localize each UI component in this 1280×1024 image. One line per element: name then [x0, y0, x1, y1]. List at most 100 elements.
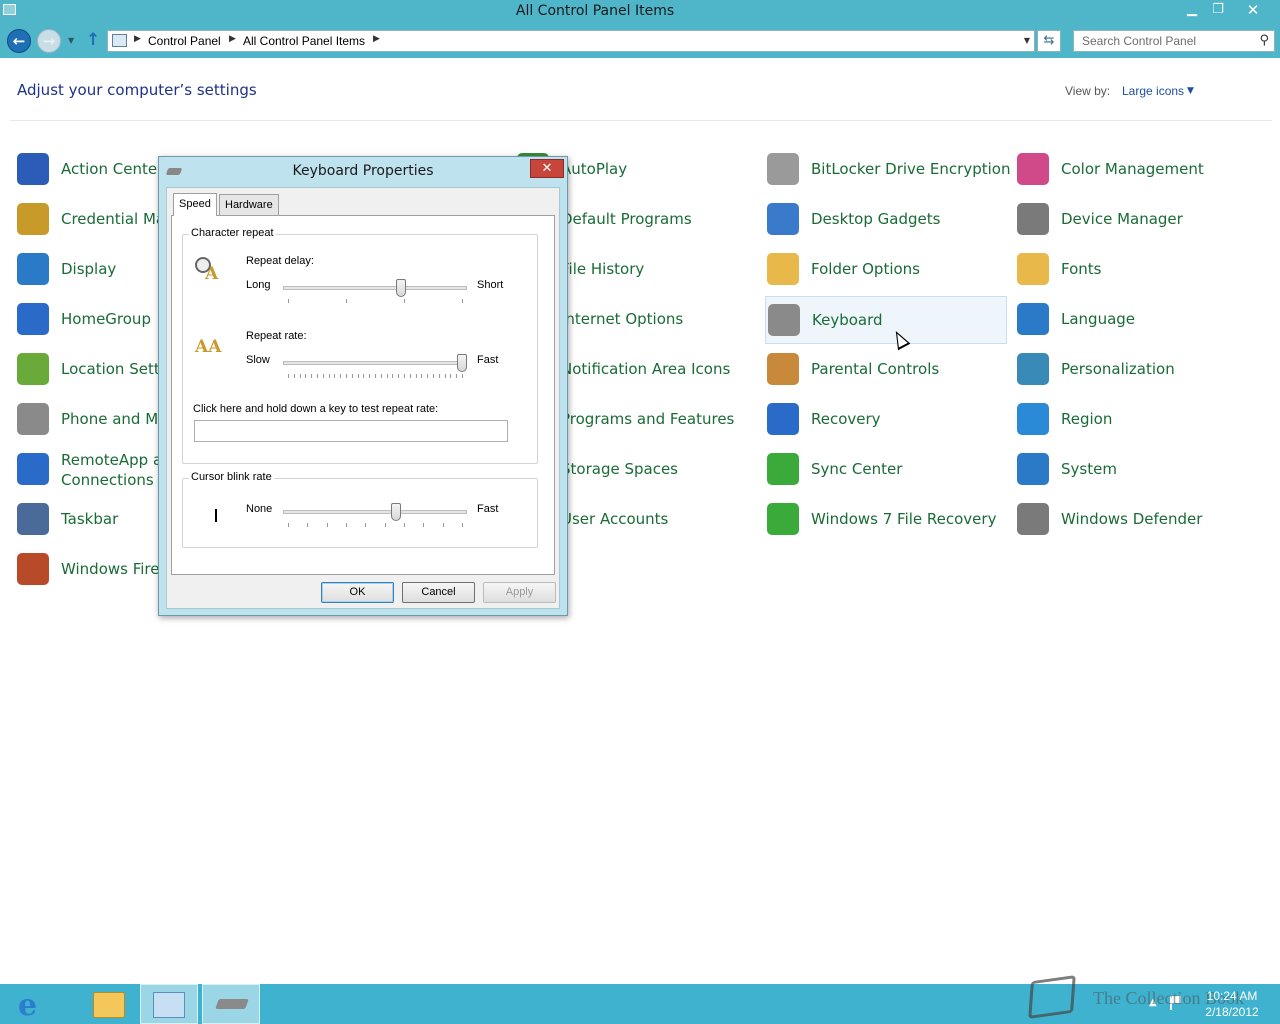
dialog-close-button[interactable]: ✕ — [530, 159, 564, 178]
cursor-blink-slider-thumb[interactable] — [390, 503, 401, 521]
repeat-rate-min-label: Slow — [246, 354, 270, 366]
control-panel-item[interactable]: Windows Defender — [1015, 496, 1257, 544]
taskbar-control-panel[interactable] — [140, 984, 198, 1024]
item-label: Default Programs — [561, 210, 692, 228]
slider-tick — [305, 374, 307, 378]
chevron-right-icon[interactable]: ▶ — [373, 34, 380, 44]
slider-tick — [456, 374, 458, 378]
slider-tick — [386, 374, 388, 378]
region-icon — [1017, 403, 1049, 435]
credential-manager-icon — [17, 203, 49, 235]
item-label: Device Manager — [1061, 210, 1183, 228]
slider-tick — [450, 374, 452, 378]
item-label: Display — [61, 260, 117, 278]
file-explorer-icon[interactable] — [93, 992, 125, 1018]
chevron-down-icon[interactable]: ▼ — [1187, 86, 1194, 96]
chevron-down-icon[interactable]: ▼ — [1024, 36, 1030, 45]
item-label: Personalization — [1061, 360, 1175, 378]
slider-tick — [317, 374, 318, 378]
up-button[interactable]: ↑ — [86, 30, 100, 50]
slider-tick — [444, 374, 446, 378]
back-button[interactable]: ← — [7, 29, 31, 53]
close-button[interactable]: ✕ — [1232, 0, 1274, 20]
control-panel-item[interactable]: Region — [1015, 396, 1257, 444]
cursor-blink-ticks — [288, 523, 463, 528]
recent-pages-dropdown-icon[interactable]: ▼ — [68, 36, 74, 45]
control-panel-item[interactable]: System — [1015, 446, 1257, 494]
repeat-rate-slider-track[interactable] — [283, 361, 467, 365]
search-input[interactable]: Search Control Panel ⚲ — [1073, 30, 1275, 52]
system-clock[interactable]: 10:24 AM 2/18/2012 — [1195, 988, 1269, 1020]
apply-button[interactable]: Apply — [483, 582, 556, 603]
control-panel-item[interactable]: Fonts — [1015, 246, 1257, 294]
ok-button[interactable]: OK — [321, 582, 394, 603]
system-icon — [1017, 453, 1049, 485]
control-panel-item[interactable]: BitLocker Drive Encryption — [765, 146, 1010, 194]
breadcrumb-control-panel[interactable]: Control Panel — [148, 34, 221, 48]
control-panel-item[interactable]: Color Management — [1015, 146, 1257, 194]
repeat-delay-slider-thumb[interactable] — [396, 279, 407, 297]
item-label: Desktop Gadgets — [811, 210, 941, 228]
tab-hardware[interactable]: Hardware — [219, 194, 279, 215]
repeat-delay-icon: A — [195, 257, 221, 284]
windows7-file-recovery-icon — [767, 503, 799, 535]
control-panel-item[interactable]: Device Manager — [1015, 196, 1257, 244]
watermark-book-icon — [1028, 975, 1076, 1019]
control-panel-item[interactable]: Language — [1015, 296, 1257, 344]
slider-tick — [427, 374, 429, 378]
control-panel-item[interactable]: Folder Options — [765, 246, 1007, 294]
item-label: Windows Defender — [1061, 510, 1203, 528]
group-label: Cursor blink rate — [189, 471, 274, 483]
dialog-body: Speed Hardware Character repeat A Repeat… — [166, 187, 560, 609]
forward-button[interactable]: → — [37, 29, 61, 53]
cancel-button[interactable]: Cancel — [402, 582, 475, 603]
item-label: User Accounts — [561, 510, 669, 528]
repeat-delay-slider-track[interactable] — [283, 286, 467, 290]
repeat-delay-max-label: Short — [477, 279, 504, 291]
item-label: Language — [1061, 310, 1136, 328]
address-bar[interactable]: ▶ Control Panel ▶ All Control Panel Item… — [107, 30, 1035, 52]
item-label: Parental Controls — [811, 360, 940, 378]
tab-speed[interactable]: Speed — [173, 193, 217, 216]
slider-tick — [328, 374, 330, 378]
speed-tab-panel: Character repeat A Repeat delay: Long Sh… — [171, 215, 555, 575]
search-icon[interactable]: ⚲ — [1259, 33, 1269, 48]
chevron-right-icon[interactable]: ▶ — [229, 34, 236, 44]
control-panel-icon — [153, 992, 185, 1018]
slider-tick — [415, 374, 417, 378]
control-panel-item[interactable]: Sync Center — [765, 446, 1007, 494]
breadcrumb-all-items[interactable]: All Control Panel Items — [243, 34, 365, 48]
control-panel-item[interactable]: Parental Controls — [765, 346, 1007, 394]
maximize-button[interactable]: ❐ — [1206, 0, 1230, 20]
slider-tick — [288, 523, 289, 527]
slider-tick — [380, 374, 382, 378]
refresh-button[interactable]: ⇆ — [1037, 30, 1061, 52]
slider-tick — [346, 299, 347, 303]
control-panel-item[interactable]: Desktop Gadgets — [765, 196, 1007, 244]
slider-tick — [409, 374, 411, 378]
recovery-icon — [767, 403, 799, 435]
repeat-rate-max-label: Fast — [477, 354, 499, 366]
minimize-button[interactable]: ▁ — [1180, 0, 1204, 20]
control-panel-item[interactable]: Windows 7 File Recovery — [765, 496, 1007, 544]
taskbar-keyboard-properties[interactable] — [202, 984, 260, 1024]
view-by-dropdown[interactable]: Large icons — [1122, 84, 1184, 98]
control-panel-item[interactable]: Personalization — [1015, 346, 1257, 394]
item-label: Storage Spaces — [561, 460, 678, 478]
item-label: AutoPlay — [561, 160, 628, 178]
control-panel-item[interactable]: Recovery — [765, 396, 1007, 444]
repeat-rate-slider-thumb[interactable] — [457, 354, 467, 372]
slider-tick — [398, 374, 400, 378]
taskbar-internet-explorer[interactable]: e — [14, 984, 72, 1024]
control-panel-item[interactable]: Keyboard — [765, 296, 1007, 344]
personalization-icon — [1017, 353, 1049, 385]
item-label: Fonts — [1061, 260, 1102, 278]
cursor-blink-slider-track[interactable] — [283, 510, 467, 514]
color-management-icon — [1017, 153, 1049, 185]
item-label: Keyboard — [812, 311, 883, 329]
sync-center-icon — [767, 453, 799, 485]
slider-tick — [340, 374, 342, 378]
test-repeat-input[interactable] — [194, 420, 508, 442]
slider-tick — [433, 374, 434, 378]
chevron-right-icon[interactable]: ▶ — [134, 34, 141, 44]
